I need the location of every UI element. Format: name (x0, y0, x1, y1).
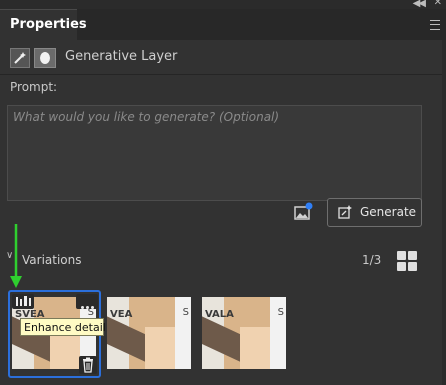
layer-title: Generative Layer (65, 49, 178, 64)
tooltip-text: Enhance detail (24, 321, 106, 334)
panel-top-strip: ◀◀ ✕ (0, 0, 446, 9)
reference-image-icon[interactable] (294, 202, 314, 222)
tooltip: Enhance detail (20, 318, 106, 336)
tab-properties[interactable]: Properties (0, 9, 87, 40)
enhance-detail-icon[interactable] (12, 294, 34, 309)
thumb-text-left: VEA (110, 309, 133, 320)
variation-thumbnail-2[interactable]: VEA S (107, 297, 191, 369)
collapse-panel-icon[interactable]: ◀◀ (413, 0, 426, 9)
thumb-text-right: S (182, 307, 189, 318)
generate-button[interactable]: Generate (327, 198, 422, 227)
prompt-input[interactable]: What would you like to generate? (Option… (7, 105, 422, 201)
generate-label: Generate (360, 205, 417, 219)
tab-bar: Properties (0, 9, 446, 40)
variations-label: Variations (22, 253, 82, 267)
panel-menu-icon[interactable] (430, 20, 440, 30)
grid-view-icon[interactable] (397, 251, 417, 271)
section-divider (0, 74, 446, 75)
scrollbar[interactable] (442, 40, 446, 385)
tab-properties-label: Properties (10, 17, 87, 32)
variation-counter: 1/3 (362, 253, 382, 267)
thumb-text-right: S (277, 307, 284, 318)
thumb-text-left: VALA (205, 309, 234, 320)
generative-layer-icon (10, 48, 30, 68)
prompt-label: Prompt: (10, 80, 58, 94)
arrow-down-icon (10, 224, 22, 288)
more-options-icon[interactable] (76, 294, 98, 309)
variation-thumbnail-3[interactable]: VALA S (202, 297, 286, 369)
layer-mask-icon (34, 48, 56, 68)
close-icon[interactable]: ✕ (434, 0, 442, 8)
generate-icon (338, 205, 352, 219)
trash-icon[interactable] (79, 356, 97, 374)
prompt-placeholder: What would you like to generate? (Option… (13, 110, 280, 124)
